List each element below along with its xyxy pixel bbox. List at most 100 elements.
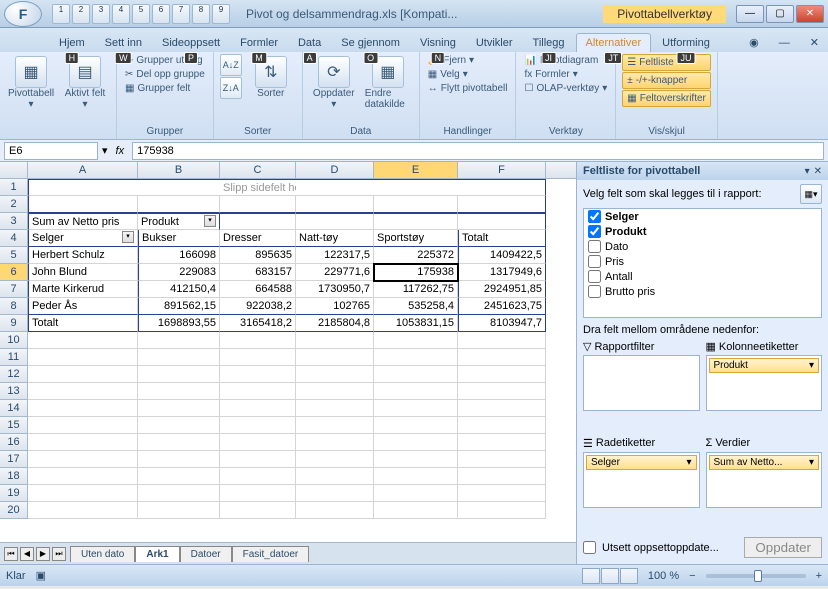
data-cell[interactable]: 895635	[220, 247, 296, 264]
qat-btn-2[interactable]: 2	[72, 4, 90, 24]
close-workbook[interactable]: ✕	[801, 33, 828, 52]
defer-layout-checkbox[interactable]	[583, 541, 596, 554]
qat-btn-3[interactable]: 3	[92, 4, 110, 24]
data-cell[interactable]: 102765	[296, 298, 374, 315]
data-cell[interactable]: 535258,4	[374, 298, 458, 315]
view-page-break-button[interactable]	[620, 568, 638, 584]
data-cell[interactable]: 412150,4	[138, 281, 220, 298]
pivottabell-button[interactable]: ▦Pivottabell▾	[6, 54, 56, 112]
task-pane-dropdown[interactable]: ▾	[805, 166, 810, 177]
tab-nav-next[interactable]: ▶	[36, 547, 50, 561]
field-item-selger[interactable]: Selger	[584, 209, 821, 224]
field-checkbox[interactable]	[588, 225, 601, 238]
field-item-pris[interactable]: Pris	[584, 254, 821, 269]
tab-hjem[interactable]: HjemH	[50, 34, 94, 52]
task-pane-close[interactable]: ✕	[814, 166, 822, 177]
select-all-corner[interactable]	[0, 162, 28, 178]
col-header-d[interactable]: D	[296, 162, 374, 178]
row-label[interactable]: Peder Ås	[28, 298, 138, 315]
tab-utforming[interactable]: UtformingJU	[653, 34, 719, 52]
formula-input[interactable]: 175938	[132, 142, 824, 160]
column-labels-drop-area[interactable]: Produkt▾	[706, 355, 823, 411]
field-list[interactable]: Selger Produkt Dato Pris Antall Brutto p…	[583, 208, 822, 318]
field-checkbox[interactable]	[588, 270, 601, 283]
fx-button[interactable]: fx	[112, 145, 129, 157]
minimize-ribbon[interactable]: —	[770, 34, 799, 52]
data-cell[interactable]: 229083	[138, 264, 220, 281]
data-cell[interactable]: 664588	[220, 281, 296, 298]
tab-se-gjennom[interactable]: Se gjennomO	[332, 34, 409, 52]
filter-arrow-icon[interactable]: ▾	[204, 215, 216, 227]
data-cell[interactable]: 2924951,85	[458, 281, 546, 298]
field-item-produkt[interactable]: Produkt	[584, 224, 821, 239]
flytt-button[interactable]: ↔ Flytt pivottabell	[426, 82, 510, 95]
feltliste-toggle[interactable]: ☰ Feltliste	[622, 54, 711, 71]
data-cell[interactable]: 229771,6	[296, 264, 374, 281]
pivot-row-field[interactable]: Selger▾	[28, 230, 138, 247]
col-label[interactable]: Dresser	[220, 230, 296, 247]
tab-nav-first[interactable]: ⏮	[4, 547, 18, 561]
grupper-felt-button[interactable]: ▦ Grupper felt	[123, 82, 207, 95]
data-cell[interactable]: 2451623,75	[458, 298, 546, 315]
pivot-corner[interactable]: Sum av Netto pris	[28, 213, 138, 230]
zoom-level[interactable]: 100 %	[648, 570, 679, 582]
tab-formler[interactable]: FormlerM	[231, 34, 287, 52]
chip-selger[interactable]: Selger▾	[586, 455, 697, 470]
zoom-slider[interactable]	[706, 574, 806, 578]
chip-produkt[interactable]: Produkt▾	[709, 358, 820, 373]
tab-tillegg[interactable]: TilleggJI	[524, 34, 574, 52]
col-header-c[interactable]: C	[220, 162, 296, 178]
velg-button[interactable]: ▦ Velg ▾	[426, 68, 510, 81]
name-box[interactable]: E6	[4, 142, 98, 160]
data-cell[interactable]: 225372	[374, 247, 458, 264]
col-header-a[interactable]: A	[28, 162, 138, 178]
field-checkbox[interactable]	[588, 210, 601, 223]
close-button[interactable]: ✕	[796, 5, 824, 23]
field-item-brutto-pris[interactable]: Brutto pris	[584, 284, 821, 299]
tab-data[interactable]: DataA	[289, 34, 330, 52]
qat-btn-1[interactable]: 1	[52, 4, 70, 24]
plusminus-toggle[interactable]: ± -/+-knapper	[622, 72, 711, 89]
pivot-col-field[interactable]: Produkt▾	[138, 213, 220, 230]
data-cell[interactable]: 3165418,2	[220, 315, 296, 332]
update-button[interactable]: Oppdater	[744, 537, 822, 558]
help-button[interactable]: ◉	[740, 33, 768, 52]
minimize-button[interactable]: —	[736, 5, 764, 23]
data-cell[interactable]: 1409422,5	[458, 247, 546, 264]
tab-utvikler[interactable]: Utvikler	[467, 34, 522, 52]
field-checkbox[interactable]	[588, 240, 601, 253]
qat-btn-6[interactable]: 6	[152, 4, 170, 24]
layout-options-button[interactable]: ▦▾	[800, 184, 822, 204]
data-cell[interactable]: 1317949,6	[458, 264, 546, 281]
qat-btn-8[interactable]: 8	[192, 4, 210, 24]
field-checkbox[interactable]	[588, 285, 601, 298]
col-header-e[interactable]: E	[374, 162, 458, 178]
values-drop-area[interactable]: Sum av Netto...▾	[706, 452, 823, 508]
data-cell[interactable]: 117262,75	[374, 281, 458, 298]
col-label[interactable]: Sportstøy	[374, 230, 458, 247]
sheet-tab-datoer[interactable]: Datoer	[180, 546, 232, 562]
office-button[interactable]: F	[4, 1, 42, 27]
view-page-layout-button[interactable]	[601, 568, 619, 584]
row-label[interactable]: John Blund	[28, 264, 138, 281]
col-label[interactable]: Natt-tøy	[296, 230, 374, 247]
row-label[interactable]: Marte Kirkerud	[28, 281, 138, 298]
tab-visning[interactable]: VisningN	[411, 34, 465, 52]
active-cell[interactable]: 175938	[374, 264, 458, 281]
row-labels-drop-area[interactable]: Selger▾	[583, 452, 700, 508]
data-cell[interactable]: 1053831,15	[374, 315, 458, 332]
field-checkbox[interactable]	[588, 255, 601, 268]
data-cell[interactable]: 8103947,7	[458, 315, 546, 332]
tab-nav-last[interactable]: ⏭	[52, 547, 66, 561]
report-filter-drop-area[interactable]	[583, 355, 700, 411]
field-item-dato[interactable]: Dato	[584, 239, 821, 254]
maximize-button[interactable]: ▢	[766, 5, 794, 23]
data-cell[interactable]: 166098	[138, 247, 220, 264]
formler-button[interactable]: fx Formler ▾	[522, 68, 609, 81]
qat-btn-4[interactable]: 4	[112, 4, 130, 24]
grid-body[interactable]: 1Slipp sidefelt her 2 3Sum av Netto pris…	[0, 179, 576, 542]
macro-record-icon[interactable]: ▣	[36, 569, 46, 582]
olap-button[interactable]: ☐ OLAP-verktøy ▾	[522, 82, 609, 95]
zoom-thumb[interactable]	[754, 570, 762, 582]
data-cell[interactable]: 1730950,7	[296, 281, 374, 298]
